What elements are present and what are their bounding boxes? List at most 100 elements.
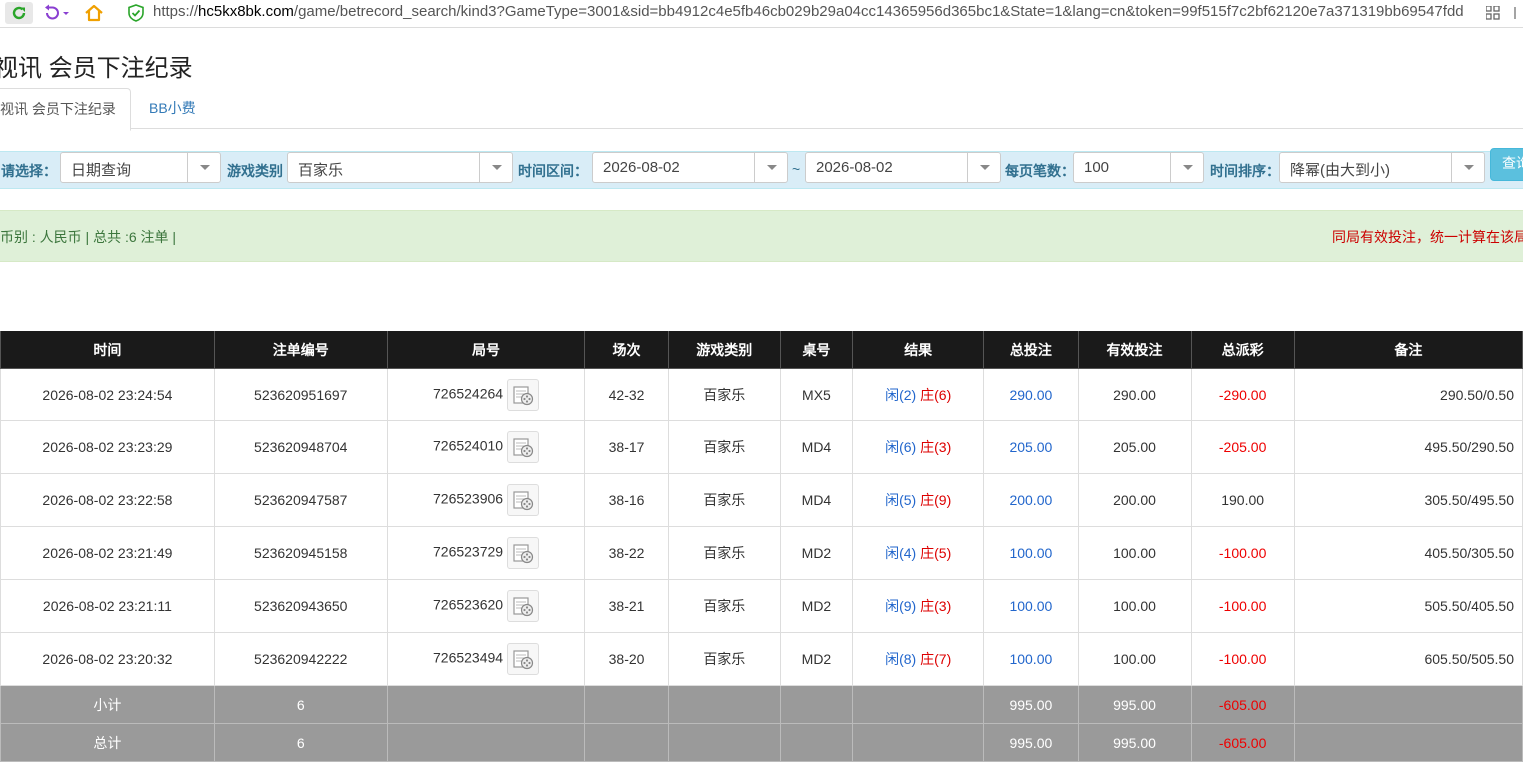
query-type-select[interactable]: 日期查询 <box>60 152 221 183</box>
tabs-divider <box>0 128 1523 129</box>
result-cell: 闲(6) 庄(3) <box>852 420 985 474</box>
remark-cell: 290.50/0.50 <box>1293 368 1523 421</box>
remark-cell: 505.50/405.50 <box>1293 579 1523 633</box>
chevron-down-icon <box>1170 153 1203 182</box>
date-from-select[interactable]: 2026-08-02 <box>592 152 788 183</box>
column-header: 时间 <box>0 331 215 369</box>
grid-icon[interactable] <box>1484 2 1502 24</box>
remark-cell: 495.50/290.50 <box>1293 420 1523 474</box>
filter-bar: 请选择： 日期查询 游戏类别 百家乐 时间区间： 2026-08-02 ~ 20… <box>0 151 1523 189</box>
grandtotal-count: 6 <box>213 723 388 762</box>
session-cell: 38-22 <box>584 526 669 580</box>
subtotal-row: 小计 6 995.00 995.00 -605.00 <box>0 685 1523 724</box>
address-bar[interactable]: https://hc5kx8bk.com/game/betrecord_sear… <box>153 3 1478 20</box>
round-cell: 726523620 <box>386 579 586 633</box>
select-label: 请选择： <box>1 163 57 179</box>
column-header: 总派彩 <box>1190 331 1295 369</box>
valid-bet-cell: 100.00 <box>1077 579 1192 633</box>
table-header-row: 时间 注单编号 局号 场次 游戏类别 桌号 结果 总投注 有效投注 总派彩 备注 <box>0 331 1523 369</box>
tab-bet-records[interactable]: 视讯 会员下注纪录 <box>0 88 131 131</box>
banker-result: 庄(3) <box>920 598 952 614</box>
table-number-cell: MD4 <box>779 473 854 527</box>
chevron-down-icon <box>479 153 512 182</box>
round-number: 726523494 <box>433 649 504 666</box>
video-replay-icon[interactable] <box>507 590 540 622</box>
video-replay-icon[interactable] <box>507 378 540 411</box>
payout-cell: -205.00 <box>1190 420 1295 474</box>
round-number: 726524264 <box>433 385 504 402</box>
game-type-cell: 百家乐 <box>667 473 781 527</box>
payout-cell: 190.00 <box>1190 473 1295 527</box>
subtotal-count: 6 <box>213 685 388 724</box>
column-header: 游戏类别 <box>667 331 781 369</box>
total-bet-cell: 100.00 <box>983 526 1079 580</box>
column-header: 总投注 <box>983 331 1079 369</box>
video-replay-icon[interactable] <box>507 643 540 675</box>
table-row: 2026-08-02 23:21:49 523620945158 726523729… <box>0 526 1523 580</box>
valid-bet-cell: 100.00 <box>1077 526 1192 580</box>
browser-toolbar: https://hc5kx8bk.com/game/betrecord_sear… <box>0 0 1523 28</box>
remark-cell: 405.50/305.50 <box>1293 526 1523 580</box>
column-header: 结果 <box>852 331 985 369</box>
sort-label: 时间排序： <box>1210 163 1280 179</box>
video-replay-icon[interactable] <box>507 484 540 516</box>
result-cell: 闲(2) 庄(6) <box>852 368 985 421</box>
table-row: 2026-08-02 23:24:54 523620951697 726524264… <box>0 368 1523 421</box>
player-result: 闲(5) <box>885 492 917 508</box>
payout-cell: -100.00 <box>1190 579 1295 633</box>
grandtotal-valid: 995.00 <box>1077 723 1192 762</box>
grandtotal-label: 总计 <box>0 723 215 762</box>
bet-id-cell: 523620947587 <box>213 473 388 527</box>
player-result: 闲(6) <box>885 439 917 455</box>
back-icon[interactable] <box>40 2 72 24</box>
game-type-label: 游戏类别 <box>227 163 283 179</box>
video-replay-icon[interactable] <box>507 431 540 463</box>
table-number-cell: MD4 <box>779 420 854 474</box>
tab-bb-tips[interactable]: BB小费 <box>149 88 196 129</box>
session-cell: 38-20 <box>584 632 669 686</box>
round-number: 726523620 <box>433 596 504 613</box>
valid-bet-cell: 290.00 <box>1077 368 1192 421</box>
subtotal-label: 小计 <box>0 685 215 724</box>
column-header: 桌号 <box>779 331 854 369</box>
player-result: 闲(2) <box>885 386 917 403</box>
result-cell: 闲(5) 庄(9) <box>852 473 985 527</box>
total-bet-cell: 200.00 <box>983 473 1079 527</box>
video-replay-icon[interactable] <box>507 537 540 569</box>
column-header: 局号 <box>386 331 586 369</box>
bet-id-cell: 523620943650 <box>213 579 388 633</box>
remark-cell: 305.50/495.50 <box>1293 473 1523 527</box>
valid-bet-cell: 100.00 <box>1077 632 1192 686</box>
page-size-select[interactable]: 100 <box>1073 152 1204 183</box>
time-cell: 2026-08-02 23:22:58 <box>0 473 215 527</box>
summary-alert <box>0 210 1523 262</box>
page-title: 视讯 会员下注纪录 <box>0 55 193 82</box>
bet-id-cell: 523620951697 <box>213 368 388 421</box>
remark-cell: 605.50/505.50 <box>1293 632 1523 686</box>
column-header: 注单编号 <box>213 331 388 369</box>
sort-select[interactable]: 降幂(由大到小) <box>1279 152 1485 183</box>
chevron-down-icon <box>754 153 787 182</box>
result-cell: 闲(4) 庄(5) <box>852 526 985 580</box>
round-cell: 726524264 <box>386 368 586 421</box>
total-bet-cell: 205.00 <box>983 420 1079 474</box>
more-icon[interactable] <box>1508 2 1522 24</box>
table-number-cell: MD2 <box>779 632 854 686</box>
game-type-select[interactable]: 百家乐 <box>287 152 513 183</box>
bet-id-cell: 523620948704 <box>213 420 388 474</box>
time-range-label: 时间区间： <box>518 163 588 179</box>
page-size-label: 每页笔数： <box>1005 163 1075 179</box>
result-cell: 闲(9) 庄(3) <box>852 579 985 633</box>
column-header: 场次 <box>584 331 669 369</box>
home-icon[interactable] <box>82 2 106 24</box>
query-button[interactable]: 查询 <box>1490 148 1523 181</box>
reload-icon[interactable] <box>5 2 33 24</box>
total-bet-cell: 100.00 <box>983 579 1079 633</box>
grandtotal-row: 总计 6 995.00 995.00 -605.00 <box>0 723 1523 762</box>
chevron-down-icon <box>187 153 220 182</box>
payout-cell: -100.00 <box>1190 526 1295 580</box>
subtotal-total: 995.00 <box>983 685 1079 724</box>
session-cell: 42-32 <box>584 368 669 421</box>
date-to-select[interactable]: 2026-08-02 <box>805 152 1001 183</box>
time-cell: 2026-08-02 23:24:54 <box>0 368 215 421</box>
